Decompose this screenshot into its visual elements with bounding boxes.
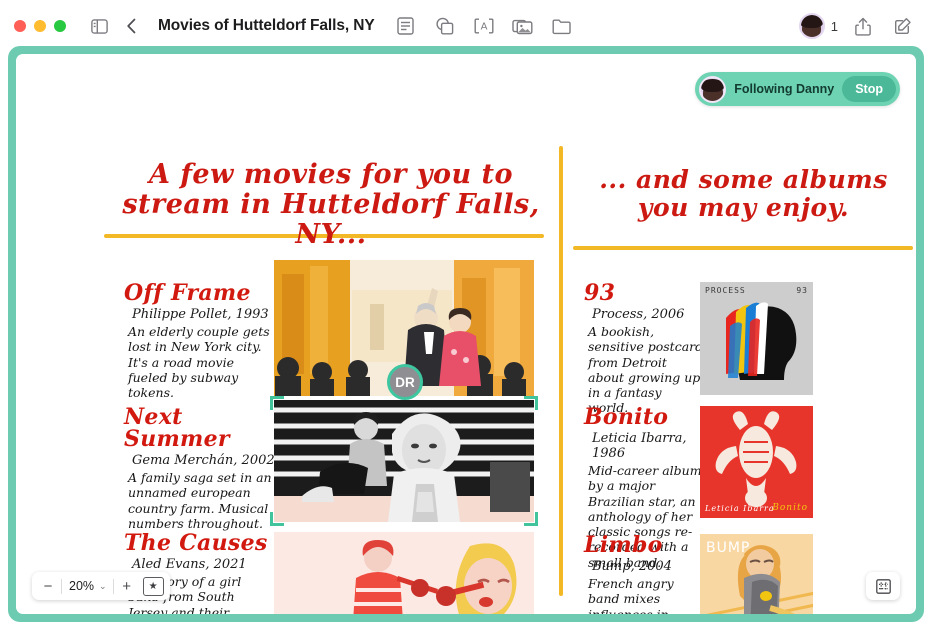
board-canvas[interactable]: Following Danny Stop A few movies for yo…: [16, 54, 916, 614]
album-credit: Leticia Ibarra, 1986: [592, 431, 687, 461]
sidebar-toggle-icon[interactable]: [84, 11, 114, 41]
divider-vertical: [559, 146, 563, 596]
board-heading-right[interactable]: ... and some albums you may enjoy.: [576, 166, 911, 222]
movie-still-next-summer[interactable]: [274, 400, 534, 522]
zoom-in-button[interactable]: +: [114, 574, 140, 598]
collaborator-cursor-badge: DR: [387, 364, 423, 400]
movie-description: A family saga set in an unnamed european…: [128, 470, 272, 531]
following-pill[interactable]: Following Danny Stop: [695, 72, 900, 106]
album-description: French angry band mixes influences in th…: [588, 576, 674, 614]
album-title: Limbo: [584, 532, 663, 558]
chevron-down-icon[interactable]: ⌄: [99, 581, 113, 592]
movie-title: Next Summer: [124, 404, 230, 452]
album-cover-label-left: BUMP: [706, 540, 751, 556]
compose-icon[interactable]: [888, 11, 918, 41]
zoom-controls: − 20% ⌄ + ★: [32, 572, 170, 600]
movie-still-the-causes[interactable]: [274, 532, 534, 614]
titlebar-right-group: 1: [798, 11, 918, 41]
album-cover-label-right: 93: [796, 286, 808, 295]
collaborator-count: 1: [830, 18, 838, 34]
movie-credit: Aled Evans, 2021: [132, 557, 247, 572]
album-credit: Bump, 2004: [592, 559, 672, 574]
star-icon[interactable]: ★: [142, 576, 164, 596]
following-avatar-face: [701, 78, 724, 101]
album-cover-label-right: Bonito: [772, 503, 808, 513]
album-cover-label-left: Leticia Ibarra: [705, 504, 775, 513]
album-description: A bookish, sensitive postcard from Detro…: [588, 324, 704, 416]
collaborators[interactable]: 1: [798, 13, 838, 39]
album-cover-93[interactable]: PROCESS 93: [700, 282, 813, 395]
album-cover-bonito[interactable]: Leticia Ibarra Bonito: [700, 406, 813, 518]
sticky-note-tool-icon[interactable]: [391, 11, 421, 41]
zoom-out-button[interactable]: −: [35, 574, 61, 598]
avatar-face: [800, 15, 823, 37]
album-art-bonito: [700, 406, 813, 518]
album-title: 93: [584, 280, 616, 306]
zoom-level-value[interactable]: 20%: [62, 579, 99, 593]
still-art-next-summer: [274, 400, 534, 522]
zoom-button[interactable]: [54, 20, 66, 32]
divider-horizontal-right: [573, 246, 913, 250]
media-tool-icon[interactable]: [508, 11, 538, 41]
app-window: Movies of Hutteldorf Falls, NY A 1 Follo…: [0, 0, 932, 630]
album-entry-93[interactable]: 93 Process, 2006 A bookish, sensitive po…: [584, 282, 704, 416]
following-label: Following Danny: [734, 82, 835, 96]
stop-following-button[interactable]: Stop: [842, 76, 896, 102]
share-icon[interactable]: [848, 11, 878, 41]
grid-view-button[interactable]: [866, 572, 900, 600]
folder-tool-icon[interactable]: [547, 11, 577, 41]
page-title: Movies of Hutteldorf Falls, NY: [158, 17, 375, 34]
album-cover-limbo[interactable]: BUMP LIMBO: [700, 534, 813, 614]
movie-title: Off Frame: [124, 280, 251, 306]
svg-text:A: A: [480, 22, 487, 33]
shapes-tool-icon[interactable]: [430, 11, 460, 41]
close-button[interactable]: [14, 20, 26, 32]
movie-credit: Gema Merchán, 2002: [132, 453, 275, 468]
album-art-93: [700, 282, 813, 395]
movie-title: The Causes: [124, 530, 268, 556]
board-heading-left[interactable]: A few movies for you to stream in Huttel…: [116, 159, 546, 251]
movie-entry-next-summer[interactable]: Next Summer Gema Merchán, 2002 A family …: [124, 406, 276, 531]
text-box-tool-icon[interactable]: A: [469, 11, 499, 41]
movie-description: An elderly couple gets lost in New York …: [128, 324, 270, 400]
movie-entry-off-frame[interactable]: Off Frame Philippe Pollet, 1993 An elder…: [124, 282, 274, 400]
still-art-the-causes: [274, 532, 534, 614]
back-chevron-icon[interactable]: [116, 11, 146, 41]
avatar[interactable]: [798, 13, 825, 39]
album-cover-label-left: PROCESS: [705, 286, 746, 295]
tool-group: A: [391, 11, 577, 41]
movie-credit: Philippe Pollet, 1993: [132, 307, 269, 322]
traffic-lights: [14, 20, 66, 32]
album-credit: Process, 2006: [592, 307, 685, 322]
grid-icon: [875, 578, 891, 594]
titlebar: Movies of Hutteldorf Falls, NY A 1: [0, 0, 932, 52]
canvas-frame: Following Danny Stop A few movies for yo…: [8, 46, 924, 622]
album-title: Bonito: [584, 404, 669, 430]
minimize-button[interactable]: [34, 20, 46, 32]
album-entry-limbo[interactable]: Limbo Bump, 2004 French angry band mixes…: [584, 534, 702, 614]
following-avatar: [699, 75, 727, 103]
